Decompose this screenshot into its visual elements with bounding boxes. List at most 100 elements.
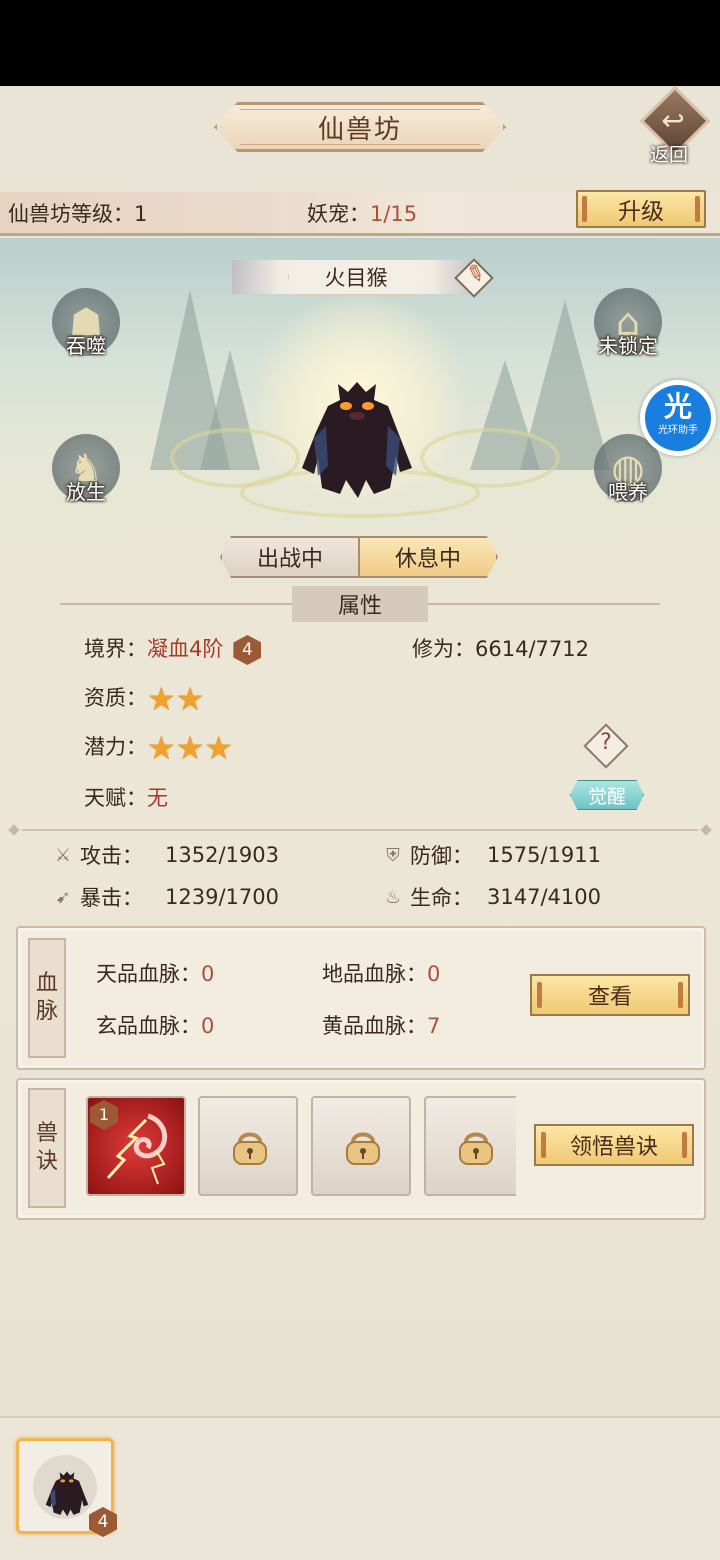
roster-pet-slot[interactable]: 4 xyxy=(16,1438,117,1537)
sword-icon: ⚔ xyxy=(54,844,72,866)
yellow-value: 7 xyxy=(427,1014,441,1038)
earth-label: 地品血脉： xyxy=(322,962,427,986)
release-button[interactable]: ♞ 放生 xyxy=(46,434,126,524)
talent-label: 天赋： xyxy=(84,786,147,810)
hp-label: 生命： xyxy=(410,886,473,910)
crit-stat: ➹ 暴击： 1239/1700 xyxy=(52,882,279,912)
upgrade-button[interactable]: 升级 xyxy=(576,190,706,228)
cultivation-label: 修为： xyxy=(412,637,475,661)
bloodline-tag: 血 脉 xyxy=(28,938,66,1058)
learn-skill-label: 领悟兽诀 xyxy=(569,1135,658,1160)
heaven-value: 0 xyxy=(201,962,215,986)
star-icon: ★ xyxy=(175,729,205,767)
attack-stat: ⚔ 攻击： 1352/1903 xyxy=(52,840,279,870)
pet-count-label: 妖宠： xyxy=(307,202,370,226)
divider-line xyxy=(22,829,698,831)
flame-icon: ♨ xyxy=(384,886,402,908)
armor-icon: ⛨ xyxy=(386,844,400,866)
pet-count-value: 1/15 xyxy=(370,202,418,226)
back-button-label: 返回 xyxy=(650,144,689,166)
back-button[interactable]: ↩ 返回 xyxy=(639,85,712,166)
upgrade-button-label: 升级 xyxy=(618,199,664,225)
rename-button[interactable]: ✎ xyxy=(454,258,494,298)
skill-slot-1[interactable]: 1 xyxy=(86,1096,186,1196)
defense-stat: ⛨ 防御： 1575/1911 xyxy=(382,840,601,870)
earth-bloodline: 地品血脉：0 xyxy=(322,958,440,988)
attributes-header: 属性 xyxy=(60,586,660,622)
helper-badge: 光 光环助手 xyxy=(645,385,711,451)
talent-row: 天赋：无 xyxy=(84,782,168,812)
defense-label: 防御： xyxy=(410,844,473,868)
bloodline-tag-2: 脉 xyxy=(35,999,58,1024)
pet-name: 火目猴 xyxy=(287,259,425,295)
talent-value: 无 xyxy=(147,786,168,810)
bloodline-tag-1: 血 xyxy=(35,971,58,996)
attack-value: 1352/1903 xyxy=(165,843,279,867)
pet-monster-image xyxy=(302,382,412,498)
lock-icon xyxy=(346,1132,380,1165)
pet-name-plate: 火目猴 xyxy=(232,259,480,295)
yellow-bloodline: 黄品血脉：7 xyxy=(322,1010,440,1040)
aptitude-label: 资质： xyxy=(84,686,147,710)
cultivation-row: 修为：6614/7712 xyxy=(412,633,589,663)
star-icon: ★ xyxy=(147,729,176,767)
hp-value: 3147/4100 xyxy=(487,885,601,909)
lock-label: 未锁定 xyxy=(598,334,658,358)
aptitude-stars: ★★ xyxy=(147,683,204,715)
attributes-title: 属性 xyxy=(292,586,428,622)
skill-slot-locked[interactable] xyxy=(424,1096,516,1196)
help-button[interactable]: ? xyxy=(583,723,629,769)
star-icon: ★ xyxy=(147,680,176,718)
tab-in-battle[interactable]: 出战中 xyxy=(220,536,358,578)
skills-tag-2: 诀 xyxy=(35,1149,58,1174)
yellow-label: 黄品血脉： xyxy=(322,1014,427,1038)
release-label: 放生 xyxy=(66,480,106,504)
earth-value: 0 xyxy=(427,962,441,986)
mystic-bloodline: 玄品血脉：0 xyxy=(96,1010,214,1040)
workshop-level: 仙兽坊等级：1 xyxy=(8,202,148,226)
lock-button[interactable]: ⌂ 未锁定 xyxy=(588,288,668,378)
status-bar xyxy=(0,0,720,86)
aptitude-row: 资质：★★ xyxy=(84,682,204,715)
star-icon: ★ xyxy=(175,680,205,718)
heaven-label: 天品血脉： xyxy=(96,962,201,986)
divider-dot xyxy=(700,824,712,836)
page-title: 仙兽坊 xyxy=(214,102,506,152)
header-line-right xyxy=(428,603,660,605)
learn-skill-button[interactable]: 领悟兽诀 xyxy=(534,1124,694,1166)
divider xyxy=(8,824,712,836)
feed-label: 喂养 xyxy=(608,480,648,504)
crit-label: 暴击： xyxy=(80,886,143,910)
mystic-label: 玄品血脉： xyxy=(96,1014,201,1038)
battle-status-toggle: 出战中 休息中 xyxy=(220,536,498,578)
helper-label: 光环助手 xyxy=(658,425,698,436)
pet-count: 妖宠：1/15 xyxy=(307,198,417,228)
attack-label: 攻击： xyxy=(80,844,143,868)
skill-slot-locked[interactable] xyxy=(311,1096,411,1196)
view-bloodline-label: 查看 xyxy=(587,985,632,1010)
hp-stat: ♨ 生命： 3147/4100 xyxy=(382,882,601,912)
question-icon: ? xyxy=(600,730,612,755)
crit-icon: ➹ xyxy=(55,886,71,908)
potential-label: 潜力： xyxy=(84,735,147,759)
awaken-label: 觉醒 xyxy=(587,785,626,808)
defense-value: 1575/1911 xyxy=(487,843,601,867)
skill-slot-locked[interactable] xyxy=(198,1096,298,1196)
helper-float-button[interactable]: 光 光环助手 xyxy=(640,380,716,456)
back-arrow-icon: ↩ xyxy=(661,104,685,137)
devour-label: 吞噬 xyxy=(66,334,106,358)
star-icon: ★ xyxy=(204,729,234,767)
view-bloodline-button[interactable]: 查看 xyxy=(530,974,690,1016)
realm-row: 境界：凝血4阶 4 xyxy=(84,633,262,665)
cultivation-value: 6614/7712 xyxy=(475,637,589,661)
realm-label: 境界： xyxy=(84,637,147,661)
skills-tag-1: 兽 xyxy=(35,1121,58,1146)
awaken-button[interactable]: 觉醒 xyxy=(570,780,644,810)
skills-tag: 兽 诀 xyxy=(28,1088,66,1208)
realm-value: 凝血4阶 xyxy=(147,637,224,661)
tab-resting[interactable]: 休息中 xyxy=(358,536,498,578)
potential-stars: ★★★ xyxy=(147,732,233,764)
devour-button[interactable]: ☗ 吞噬 xyxy=(46,288,126,378)
lock-icon xyxy=(233,1132,267,1165)
mystic-value: 0 xyxy=(201,1014,215,1038)
